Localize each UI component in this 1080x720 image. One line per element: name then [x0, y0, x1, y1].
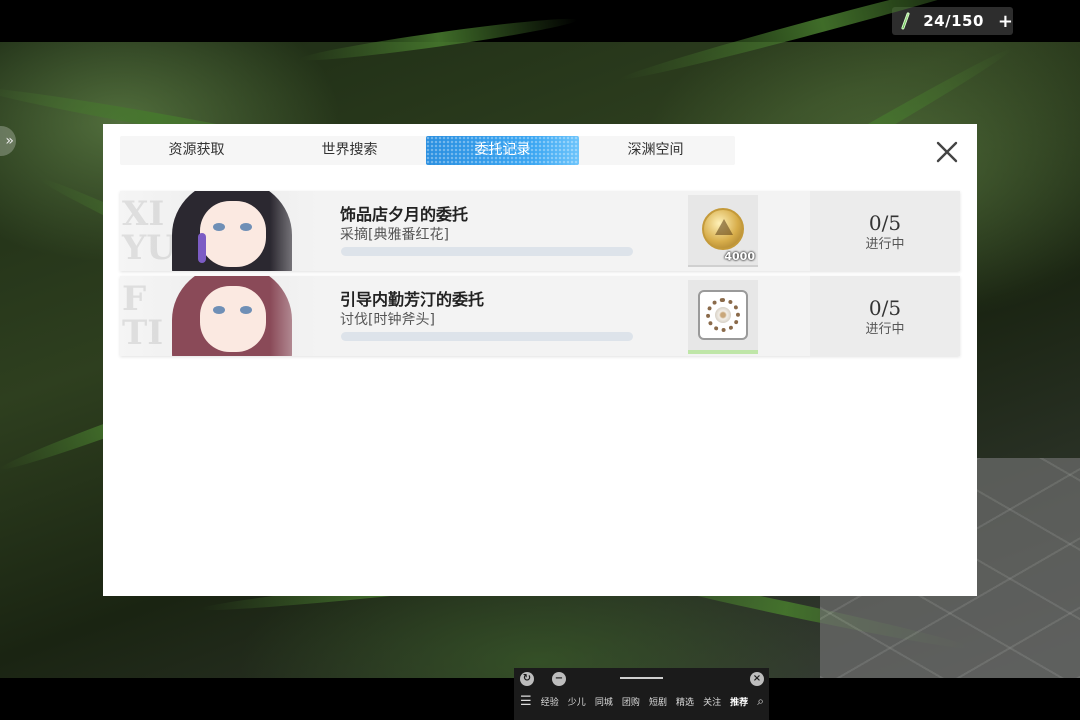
- nav-item[interactable]: 精选: [676, 695, 694, 708]
- commission-progress-bar: [341, 247, 633, 256]
- rotate-button[interactable]: ↻: [520, 672, 534, 686]
- minimize-button[interactable]: −: [552, 672, 566, 686]
- portrait-fade: [270, 276, 330, 356]
- close-button[interactable]: [933, 138, 961, 166]
- commission-title: 引导内勤芳汀的委托: [340, 290, 485, 309]
- clock-flower-item-icon: [698, 290, 748, 340]
- character-portrait: XI YU: [120, 191, 330, 271]
- commission-count: 0/5: [868, 211, 902, 235]
- reward-slot[interactable]: 4000: [688, 195, 758, 267]
- energy-counter[interactable]: 24/150 +: [892, 7, 1013, 35]
- add-energy-button[interactable]: +: [998, 11, 1013, 32]
- exit-button[interactable]: ×: [750, 672, 764, 686]
- browser-bottom-bar: ↻ − × ☰ 经验 少儿 同城 团购 短剧 精选 关注 推荐 ⌕: [514, 668, 769, 720]
- commission-row[interactable]: F TI 引导内勤芳汀的委托 讨伐[时钟斧头] 0/5 进行中: [120, 276, 960, 356]
- energy-battery-icon: [901, 11, 911, 31]
- double-chevron-right-icon: »: [5, 133, 14, 149]
- commission-status: 0/5 进行中: [810, 191, 960, 271]
- tab-bar: 资源获取 世界搜索 委托记录 深渊空间: [120, 136, 735, 165]
- nav-item[interactable]: 同城: [595, 695, 613, 708]
- item-flower: [715, 307, 731, 323]
- portrait-eye: [213, 306, 225, 314]
- close-icon: ×: [752, 673, 762, 684]
- portrait-eye: [240, 306, 252, 314]
- commission-subtitle: 讨伐[时钟斧头]: [340, 312, 435, 328]
- portrait-eye: [213, 223, 225, 231]
- nav-item[interactable]: 团购: [622, 695, 640, 708]
- nav-item[interactable]: 关注: [703, 695, 721, 708]
- character-portrait: F TI: [120, 276, 330, 356]
- commission-row[interactable]: XI YU 饰品店夕月的委托 采摘[典雅番红花] 4000 0/5 进行中: [120, 191, 960, 271]
- reward-quantity: 4000: [724, 250, 755, 263]
- feed-nav: ☰ 经验 少儿 同城 团购 短剧 精选 关注 推荐 ⌕: [520, 694, 764, 709]
- gold-coin-icon: [702, 208, 744, 250]
- reward-slot[interactable]: [688, 280, 758, 354]
- nav-item[interactable]: 经验: [541, 695, 559, 708]
- portrait-watermark: XI YU: [122, 194, 176, 268]
- portrait-eye: [240, 223, 252, 231]
- close-icon: [936, 141, 958, 163]
- search-icon[interactable]: ⌕: [757, 694, 764, 709]
- drag-handle[interactable]: [620, 677, 663, 679]
- minus-icon: −: [554, 673, 564, 684]
- nav-item-current[interactable]: 推荐: [730, 695, 748, 708]
- portrait-watermark: F TI: [122, 279, 164, 353]
- commission-state: 进行中: [865, 237, 905, 252]
- commission-subtitle: 采摘[典雅番红花]: [340, 227, 449, 243]
- commission-title: 饰品店夕月的委托: [340, 205, 469, 224]
- commission-panel: 资源获取 世界搜索 委托记录 深渊空间 XI YU 饰品店夕月的委托 采摘[典雅番…: [103, 124, 977, 596]
- nav-item[interactable]: 短剧: [649, 695, 667, 708]
- energy-count: 24/150: [923, 12, 984, 30]
- menu-icon[interactable]: ☰: [520, 694, 532, 709]
- commission-state: 进行中: [865, 322, 905, 337]
- portrait-face: [200, 286, 266, 352]
- tab-commission-record[interactable]: 委托记录: [426, 136, 579, 165]
- tab-world-search[interactable]: 世界搜索: [273, 136, 426, 165]
- rotate-icon: ↻: [522, 673, 532, 684]
- side-expand-button[interactable]: »: [0, 126, 16, 156]
- commission-status: 0/5 进行中: [810, 276, 960, 356]
- commission-progress-bar: [341, 332, 633, 341]
- nav-item[interactable]: 少儿: [568, 695, 586, 708]
- tab-resource-acquire[interactable]: 资源获取: [120, 136, 273, 165]
- commission-count: 0/5: [868, 296, 902, 320]
- earring-ornament: [198, 233, 206, 263]
- portrait-fade: [270, 191, 330, 271]
- portrait-face: [200, 201, 266, 267]
- tab-abyss-space[interactable]: 深渊空间: [579, 136, 732, 165]
